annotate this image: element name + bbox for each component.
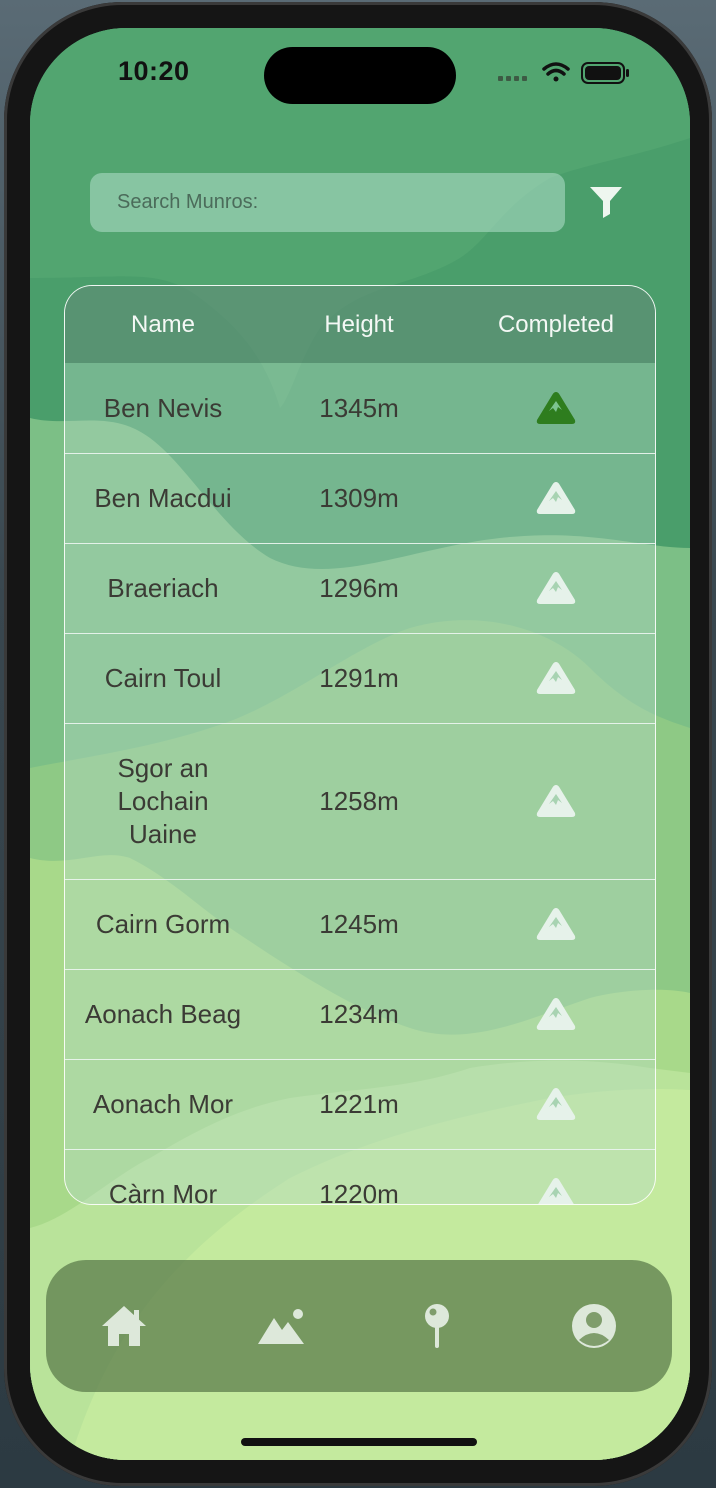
completed-toggle[interactable] [457, 1149, 655, 1204]
completed-toggle[interactable] [457, 969, 655, 1059]
table-row[interactable]: Cairn Toul 1291m [65, 633, 655, 724]
mountain-icon [536, 662, 576, 694]
filter-icon[interactable] [586, 181, 626, 221]
completed-toggle[interactable] [457, 633, 655, 723]
table-row[interactable]: Braeriach 1296m [65, 543, 655, 634]
wifi-icon [542, 62, 570, 82]
map-pin-icon[interactable] [409, 1298, 465, 1354]
mountain-icon [536, 572, 576, 604]
phone-frame: 10:20 Search Munros: Name Height Complet… [4, 2, 712, 1486]
mountain-icon [536, 908, 576, 940]
munro-height: 1296m [319, 572, 399, 603]
munro-height: 1220m [319, 1178, 399, 1205]
munro-name: Càrn Mor [108, 1178, 218, 1205]
mountain-icon [536, 785, 576, 817]
completed-toggle[interactable] [457, 879, 655, 969]
munro-name: Ben Macdui [94, 482, 232, 513]
mountain-icon [536, 998, 576, 1030]
table-row[interactable]: Aonach Beag 1234m [65, 969, 655, 1060]
munro-height: 1221m [319, 1088, 399, 1119]
app-screen: 10:20 Search Munros: Name Height Complet… [30, 28, 690, 1460]
completed-toggle[interactable] [457, 723, 655, 879]
home-indicator[interactable] [241, 1438, 477, 1446]
header-completed[interactable]: Completed [457, 286, 655, 363]
munro-height: 1309m [319, 482, 399, 513]
signal-dots-icon [498, 76, 527, 81]
munro-name: Ben Nevis [103, 392, 223, 423]
search-input[interactable]: Search Munros: [90, 173, 565, 232]
header-name[interactable]: Name [65, 286, 261, 363]
status-time: 10:20 [118, 56, 190, 86]
munro-name: Aonach Beag [84, 998, 242, 1029]
table-row[interactable]: Ben Nevis 1345m [65, 363, 655, 454]
munro-height: 1345m [319, 392, 399, 423]
munro-height: 1245m [319, 908, 399, 939]
mountain-icon [538, 1178, 574, 1204]
munro-height: 1234m [319, 998, 399, 1029]
profile-icon[interactable] [566, 1298, 622, 1354]
completed-toggle[interactable] [457, 453, 655, 543]
header-height[interactable]: Height [261, 286, 457, 363]
munro-name: Cairn Toul [104, 662, 222, 693]
table-row[interactable]: Sgor an Lochain Uaine 1258m [65, 723, 655, 880]
table-row[interactable]: Cairn Gorm 1245m [65, 879, 655, 970]
completed-toggle[interactable] [457, 1059, 655, 1149]
munro-height: 1291m [319, 662, 399, 693]
home-icon[interactable] [96, 1298, 152, 1354]
mountain-icon [536, 1088, 576, 1120]
munro-name: Aonach Mor [92, 1088, 234, 1119]
status-icons [498, 62, 629, 84]
munro-name: Cairn Gorm [95, 908, 231, 939]
munro-name: Braeriach [107, 572, 219, 603]
mountain-icon [536, 482, 576, 514]
completed-toggle[interactable] [457, 543, 655, 633]
munro-name: Sgor an Lochain Uaine [117, 752, 209, 849]
table-header: Name Height Completed [65, 286, 655, 363]
mountain-icon [536, 392, 576, 424]
search-placeholder: Search Munros: [117, 191, 259, 213]
munro-table: Name Height Completed Ben Nevis 1345m Ben … [64, 285, 656, 1205]
completed-toggle[interactable] [457, 363, 655, 453]
dynamic-island [264, 47, 456, 104]
table-row[interactable]: Càrn Mor 1220m [65, 1149, 655, 1205]
table-row[interactable]: Aonach Mor 1221m [65, 1059, 655, 1150]
munro-height: 1258m [319, 785, 399, 816]
mountain-icon[interactable] [254, 1298, 310, 1354]
battery-icon [581, 62, 629, 84]
table-row[interactable]: Ben Macdui 1309m [65, 453, 655, 544]
bottom-nav-bar [46, 1260, 672, 1392]
